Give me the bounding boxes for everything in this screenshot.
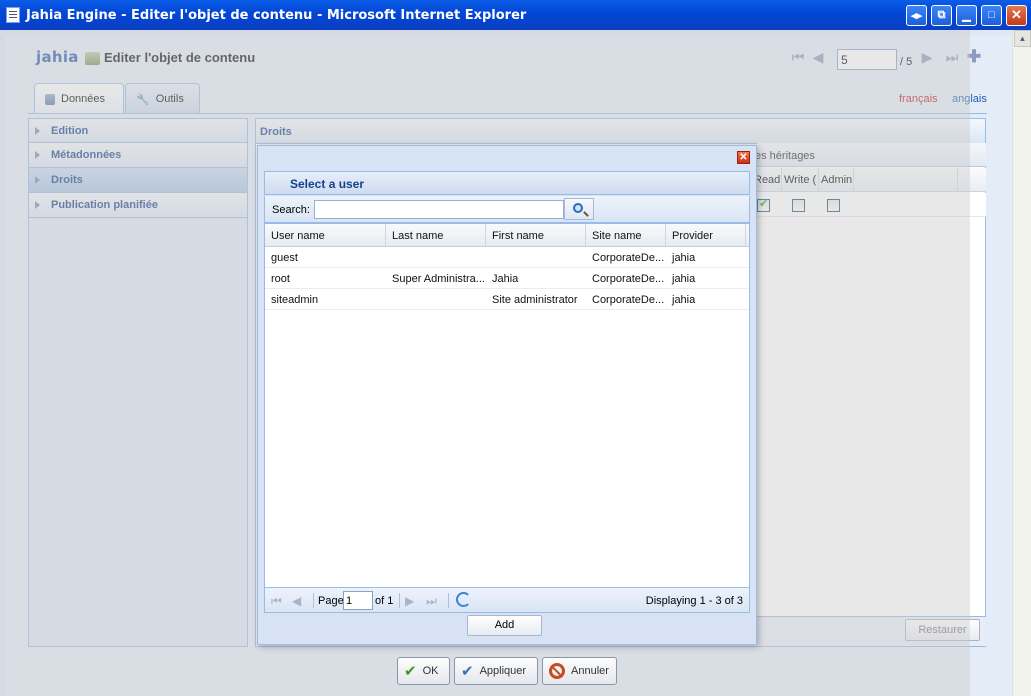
next-page-icon[interactable]: ▶ [405,594,414,608]
add-button[interactable]: Add [467,615,542,636]
checkmark-icon: ✔ [404,663,417,680]
cancel-button[interactable]: Annuler [542,657,617,685]
window-titlebar: Jahia Engine - Editer l'objet de contenu… [0,0,1031,30]
close-icon[interactable]: ✕ [737,151,750,164]
cancel-icon [549,663,565,679]
toolbar-separator [399,593,400,608]
ok-label: OK [422,665,439,677]
column-user-name[interactable]: User name [265,224,386,246]
cell-first-name [486,247,586,267]
table-row[interactable]: root Super Administra... Jahia Corporate… [265,268,749,289]
column-last-name[interactable]: Last name [386,224,486,246]
cell-site-name: CorporateDe... [592,294,665,306]
cell-first-name: Site administrator [492,294,578,306]
users-grid: User name Last name First name Site name… [264,223,750,613]
table-row[interactable]: guest CorporateDe... jahia [265,247,749,268]
restore-icon-button[interactable]: ⧉ [931,4,952,26]
cell-last-name: Super Administra... [392,273,485,285]
displaying-info: Displaying 1 - 3 of 3 [645,595,743,607]
cell-last-name [386,289,486,309]
cell-site-name: CorporateDe... [592,273,665,285]
last-page-icon[interactable]: ⏭ [426,594,437,609]
window-title: Jahia Engine - Editer l'objet de contenu… [26,7,527,23]
page-label: Page [318,595,344,607]
table-row[interactable]: siteadmin Site administrator CorporateDe… [265,289,749,310]
maximize-button[interactable]: □ [981,4,1002,26]
paging-toolbar: ⏮ ◀ Page of 1 ▶ ⏭ Displaying 1 - 3 of 3 [264,587,750,613]
page-number-input[interactable] [343,591,373,610]
apply-button[interactable]: ✔ Appliquer [454,657,538,685]
search-toolbar: Search: [264,196,750,223]
grid-header: User name Last name First name Site name… [265,224,749,247]
apply-check-icon: ✔ [461,663,474,680]
cell-last-name [386,247,486,267]
cell-first-name: Jahia [492,273,519,285]
apply-label: Appliquer [479,665,527,677]
previous-page-icon[interactable]: ◀ [292,594,301,608]
cell-provider: jahia [672,273,696,285]
ie-page-icon [6,7,20,23]
dialog-title: Select a user [264,171,750,195]
cell-user-name: siteadmin [271,294,319,306]
search-button[interactable] [564,198,594,220]
ok-button[interactable]: ✔ OK [397,657,450,685]
search-icon [573,203,583,213]
search-input[interactable] [314,200,564,219]
close-window-button[interactable]: ✕ [1006,4,1027,26]
column-site-name[interactable]: Site name [586,224,666,246]
column-provider[interactable]: Provider [666,224,746,246]
cell-site-name: CorporateDe... [592,252,665,264]
page-count: of 1 [375,595,394,607]
minimize-button[interactable]: ▁ [956,4,977,26]
select-user-dialog: ✕ Select a user Search: User name Last n… [257,145,757,645]
scroll-up-icon[interactable]: ▲ [1014,30,1031,47]
first-page-icon[interactable]: ⏮ [271,594,282,609]
column-first-name[interactable]: First name [486,224,586,246]
refresh-icon[interactable] [456,592,471,607]
vertical-scrollbar[interactable]: ▲ [1012,30,1031,696]
toolbar-separator [313,593,314,608]
cell-user-name: root [271,273,290,285]
cell-user-name: guest [271,252,298,264]
help-toggle-button[interactable]: ◂▸ [906,4,927,26]
search-label: Search: [272,204,310,216]
toolbar-separator [448,593,449,608]
cell-provider: jahia [672,252,696,264]
cancel-label: Annuler [571,665,609,677]
cell-provider: jahia [672,294,696,306]
